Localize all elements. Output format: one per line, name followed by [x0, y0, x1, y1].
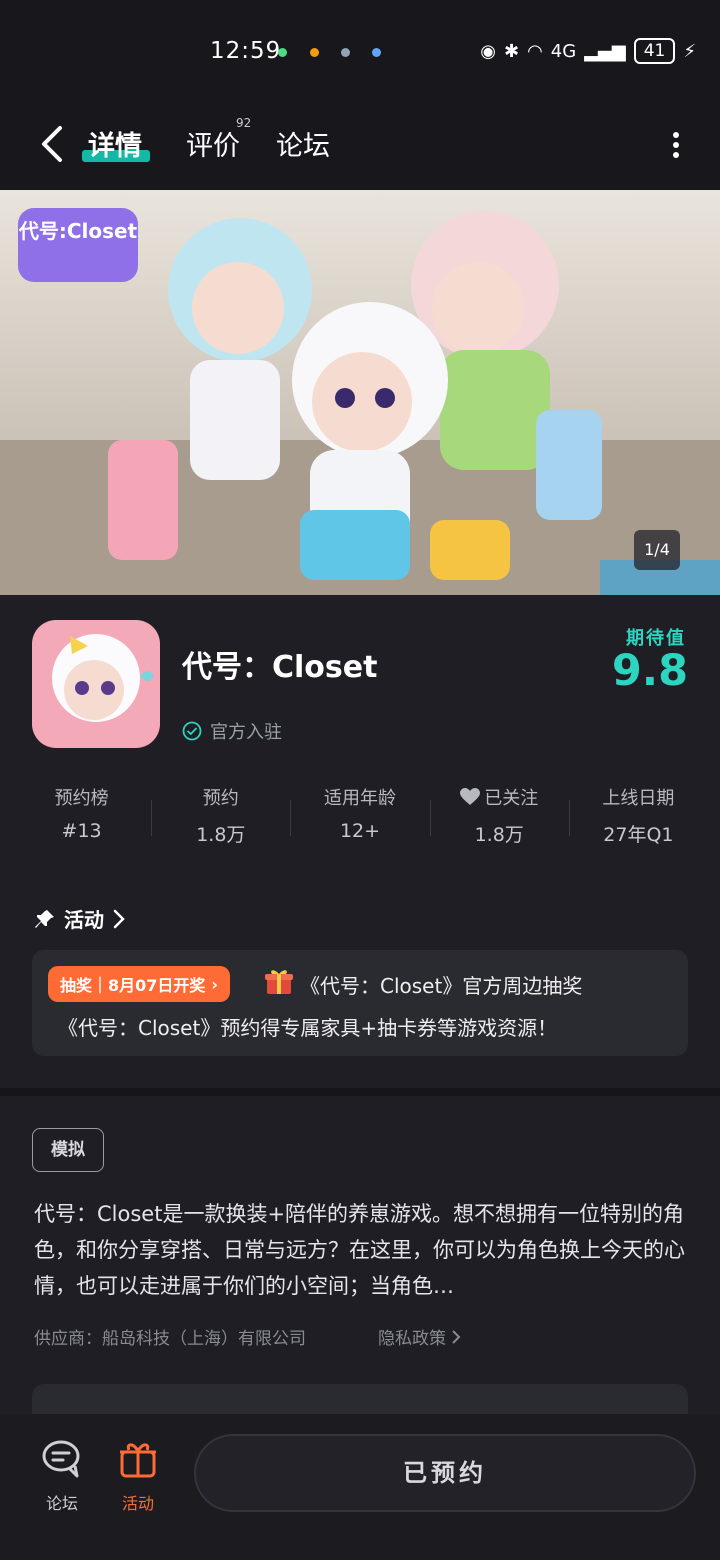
stats-row: 预约榜 #13 预约 1.8万 适用年龄 12+ 已关注 1.8万 上线日期 2…	[12, 784, 708, 854]
hero-banner[interactable]: 代号:Closet 1/4	[0, 190, 720, 595]
tab-forum[interactable]: 论坛	[276, 124, 330, 163]
stat-value: #13	[61, 820, 102, 842]
gift-box-icon	[120, 1443, 156, 1478]
notification-icon	[372, 48, 381, 57]
activity-section-label: 活动	[64, 908, 104, 932]
notification-icon	[341, 48, 350, 57]
signal-label: 4G	[550, 40, 577, 62]
stat-value: 1.8万	[196, 824, 246, 846]
reserved-button[interactable]: 已预约	[194, 1434, 696, 1512]
forum-icon	[42, 1440, 80, 1478]
bottom-action-bar: 论坛 活动 已预约	[0, 1414, 720, 1560]
stat-value: 27年Q1	[603, 824, 674, 846]
privacy-policy-label: 隐私政策	[378, 1329, 446, 1349]
stat-value: 12+	[339, 820, 381, 842]
pin-icon	[35, 909, 54, 928]
gift-icon	[265, 970, 293, 994]
stat-label: 已关注	[484, 788, 539, 809]
bottom-forum-button[interactable]: 论坛	[32, 1438, 92, 1514]
chevron-right-icon	[452, 1329, 461, 1344]
reviews-count-badge: 92	[236, 116, 252, 130]
system-icons: ◉ ✱ ◠ 4G ▂▄▆ 41 ⚡	[480, 38, 696, 64]
wifi-icon: ◠	[527, 40, 543, 62]
status-time: 12:59	[210, 38, 282, 64]
tab-details[interactable]: 详情	[88, 124, 142, 163]
charging-icon: ⚡	[683, 40, 696, 62]
image-counter: 1/4	[634, 530, 680, 570]
stat-follow[interactable]: 已关注 1.8万	[429, 784, 569, 854]
lottery-badge-text: 抽奖｜8月07日开奖	[60, 976, 206, 995]
stat-rank[interactable]: 预约榜 #13	[12, 784, 151, 854]
battery-icon: 41	[633, 38, 676, 64]
hero-logo: 代号:Closet	[18, 208, 138, 286]
activity-card[interactable]: 抽奖｜8月07日开奖 › 《代号：Closet》官方周边抽奖 《代号：Close…	[32, 950, 688, 1056]
top-nav: 详情 评价 92 论坛	[0, 100, 720, 190]
stat-reservations: 预约 1.8万	[151, 784, 290, 854]
bottom-activity-button[interactable]: 活动	[108, 1438, 168, 1514]
signal-icon: ▂▄▆	[584, 40, 626, 62]
expectation-score: 9.8	[611, 646, 688, 696]
stat-label: 预约榜	[54, 788, 109, 809]
privacy-policy-link[interactable]: 隐私政策	[378, 1324, 462, 1349]
tab-reviews[interactable]: 评价	[186, 124, 240, 163]
official-verified: 官方入驻	[182, 718, 282, 744]
app-title: 代号：Closet	[182, 650, 378, 685]
app-icon	[32, 620, 160, 748]
notification-icon	[278, 48, 287, 57]
activity-title: 《代号：Closet》官方周边抽奖	[300, 974, 583, 998]
verified-check-icon	[182, 721, 202, 741]
more-options-icon[interactable]	[664, 130, 688, 160]
stat-label: 预约	[202, 788, 239, 809]
chevron-right-icon	[113, 909, 125, 928]
lottery-badge[interactable]: 抽奖｜8月07日开奖 ›	[48, 966, 230, 1002]
stat-age: 适用年龄 12+	[290, 784, 429, 854]
bluetooth-icon: ✱	[503, 40, 520, 62]
status-bar: 12:59 ◉ ✱ ◠ 4G ▂▄▆ 41 ⚡	[0, 0, 720, 100]
notification-icon	[310, 48, 319, 57]
stat-value: 1.8万	[474, 824, 524, 846]
stat-label: 适用年龄	[324, 788, 396, 809]
bottom-forum-label: 论坛	[45, 1494, 78, 1513]
game-description[interactable]: 代号：Closet是一款换装+陪伴的养崽游戏。想不想拥有一位特别的角色，和你分享…	[34, 1196, 690, 1304]
back-icon[interactable]	[34, 122, 78, 166]
bottom-activity-label: 活动	[121, 1494, 154, 1513]
heart-icon	[460, 788, 481, 805]
genre-tag[interactable]: 模拟	[32, 1128, 104, 1172]
activity-description: 《代号：Closet》预约得专属家具+抽卡券等游戏资源！	[58, 1016, 558, 1040]
section-divider	[0, 1088, 720, 1096]
chevron-right-icon: ›	[211, 974, 218, 994]
supplier-info: 供应商：船岛科技（上海）有限公司	[34, 1329, 306, 1349]
eye-icon: ◉	[480, 40, 496, 62]
hero-logo-text: 代号:Closet	[18, 219, 138, 243]
official-label: 官方入驻	[210, 722, 282, 743]
activity-section-header[interactable]: 活动	[34, 904, 126, 933]
stat-label: 上线日期	[602, 788, 675, 809]
stat-release-date: 上线日期 27年Q1	[568, 784, 708, 854]
